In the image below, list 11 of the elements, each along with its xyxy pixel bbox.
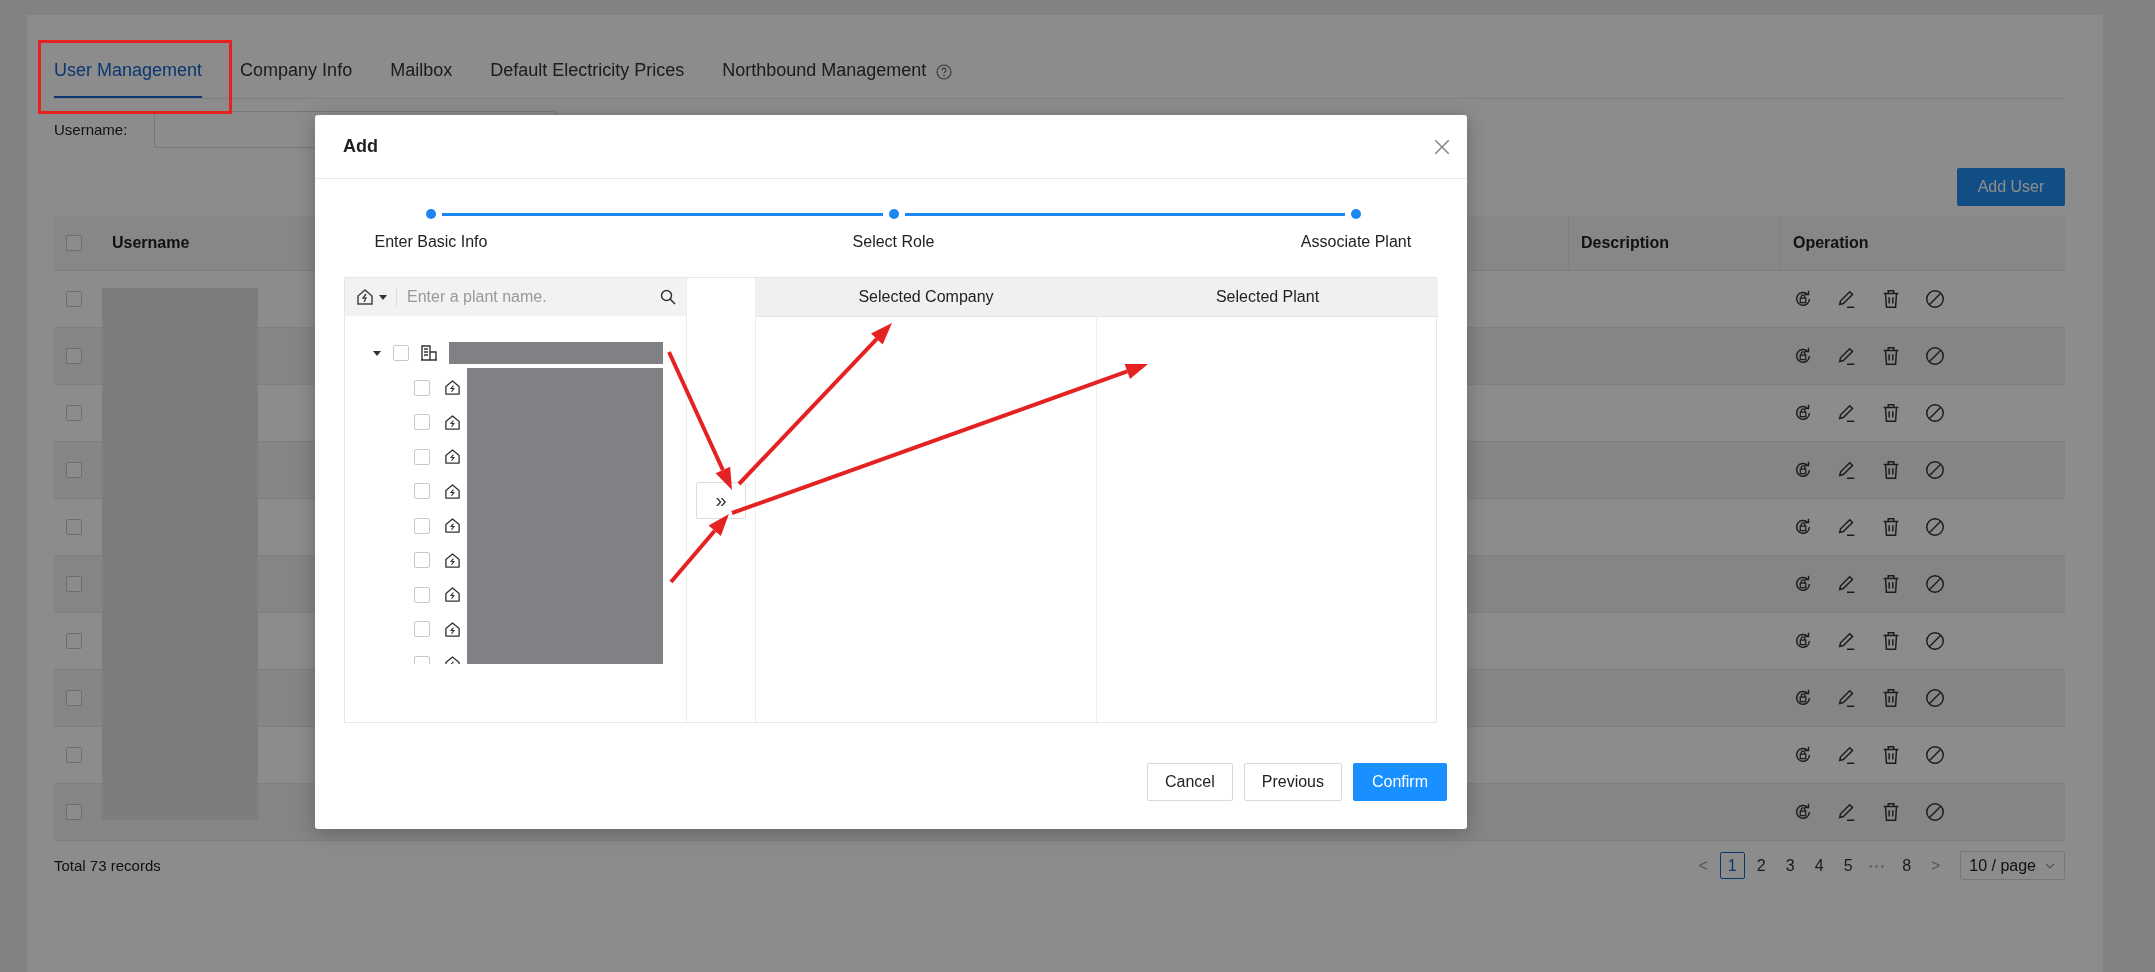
filter-label: Username: — [54, 120, 129, 138]
column-header: Description — [1581, 234, 1669, 252]
step-label: Associate Plant — [1299, 233, 1413, 251]
step-label: Enter Basic Info — [373, 233, 489, 251]
step-label: Select Role — [851, 233, 936, 251]
total-records: Total 73 records — [54, 857, 161, 874]
column-header: Username — [112, 234, 190, 252]
list-header: Selected Plant — [1097, 278, 1438, 317]
list-header: Selected Company — [756, 278, 1096, 317]
dialog-title: Add — [343, 136, 378, 157]
column-header: Operation — [1793, 234, 1869, 252]
